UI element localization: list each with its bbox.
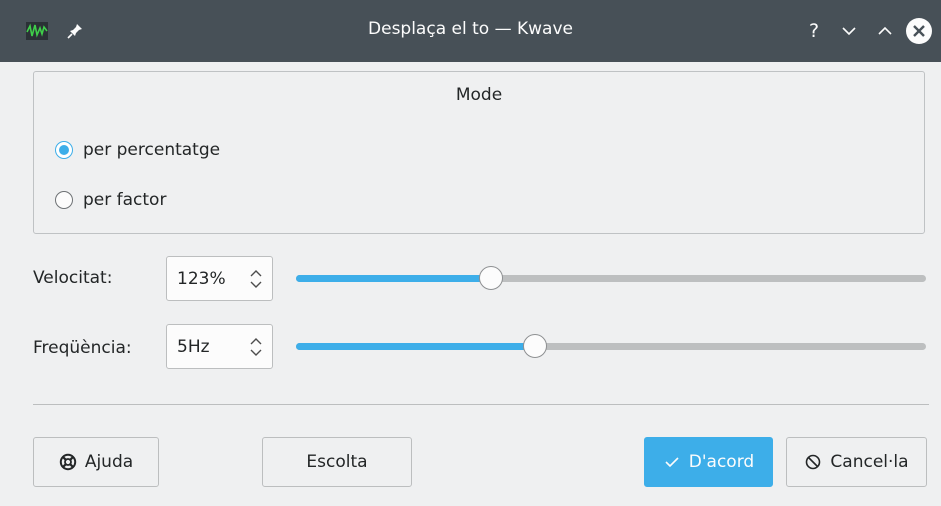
cancel-button[interactable]: Cancel·la [786, 437, 927, 487]
frequency-slider[interactable] [296, 334, 926, 360]
radio-per-factor[interactable]: per factor [55, 188, 166, 212]
speed-value[interactable]: 123% [177, 269, 226, 289]
up-down-arrows-icon[interactable] [249, 268, 263, 290]
chevron-up-icon[interactable] [874, 20, 896, 42]
listen-button[interactable]: Escolta [262, 437, 412, 487]
help-button[interactable]: Ajuda [33, 437, 159, 487]
window-title: Desplaça el to — Kwave [368, 19, 573, 39]
listen-button-label: Escolta [306, 452, 368, 472]
check-icon [663, 453, 681, 471]
cancel-icon [804, 453, 822, 471]
speed-spinbox[interactable]: 123% [166, 256, 273, 301]
help-button-label: Ajuda [84, 452, 134, 472]
slider-handle[interactable] [523, 334, 548, 358]
radio-per-percentage[interactable]: per percentatge [55, 138, 220, 162]
frequency-label: Freqüència: [33, 338, 132, 358]
cancel-button-label: Cancel·la [830, 452, 909, 472]
divider [33, 404, 929, 405]
up-down-arrows-icon[interactable] [249, 336, 263, 358]
slider-fill [296, 343, 536, 350]
lifebuoy-icon [59, 453, 77, 471]
frequency-spinbox[interactable]: 5Hz [166, 324, 273, 369]
mode-groupbox: Mode per percentatge per factor [33, 71, 925, 234]
slider-fill [296, 275, 492, 282]
slider-handle[interactable] [479, 266, 504, 290]
radio-button-checked[interactable] [55, 141, 73, 159]
title-bar: Desplaça el to — Kwave ? [0, 0, 941, 62]
ok-button-label: D'acord [688, 452, 755, 472]
chevron-down-icon[interactable] [838, 20, 860, 42]
speed-slider[interactable] [296, 266, 926, 292]
radio-label: per factor [83, 190, 167, 210]
mode-group-title: Mode [455, 85, 503, 105]
ok-button[interactable]: D'acord [644, 437, 773, 487]
frequency-value[interactable]: 5Hz [177, 337, 210, 357]
radio-label: per percentatge [83, 140, 221, 160]
radio-button-unchecked[interactable] [55, 191, 73, 209]
help-icon[interactable]: ? [803, 20, 825, 42]
close-icon[interactable] [904, 16, 934, 46]
speed-label: Velocitat: [33, 268, 113, 288]
